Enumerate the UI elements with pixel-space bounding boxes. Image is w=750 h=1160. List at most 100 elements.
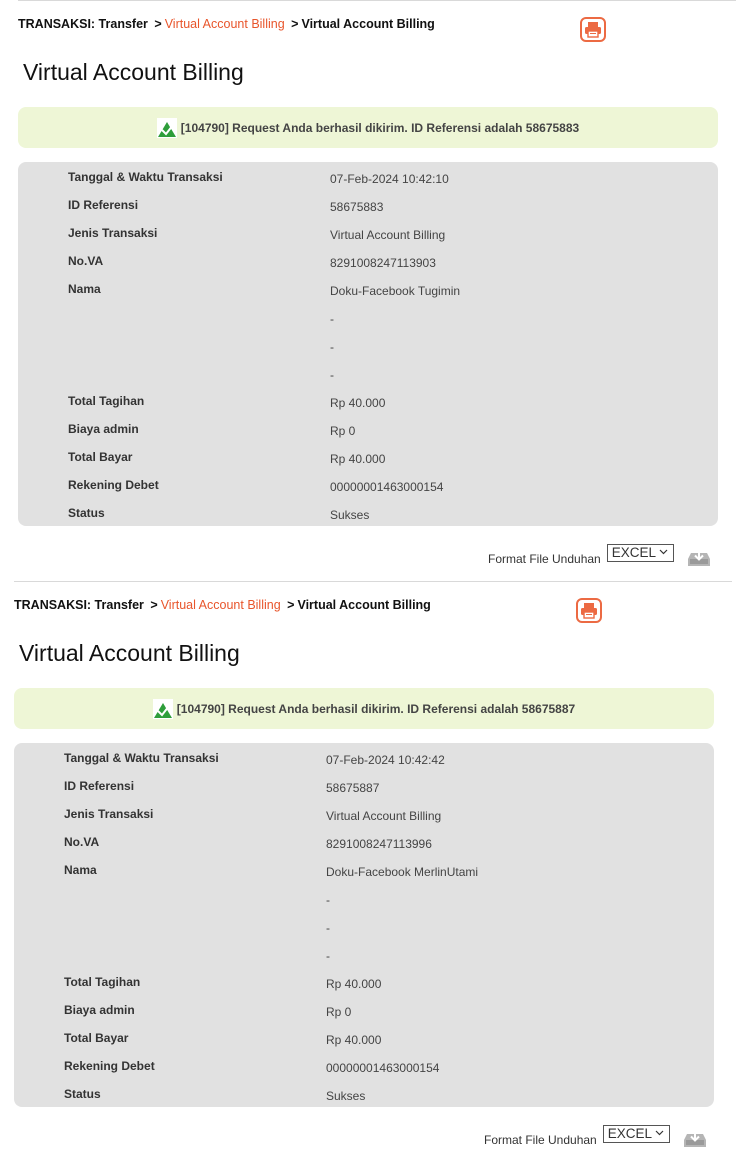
detail-value: - xyxy=(330,340,334,354)
detail-label: Status xyxy=(64,1087,101,1101)
detail-value: Rp 0 xyxy=(330,424,356,438)
detail-label: Biaya admin xyxy=(68,422,139,436)
detail-value: Rp 40.000 xyxy=(326,977,382,991)
breadcrumb-root: TRANSAKSI: Transfer xyxy=(18,17,148,31)
print-button[interactable] xyxy=(580,17,606,42)
page-title: Virtual Account Billing xyxy=(19,640,240,666)
detail-row: Total Tagihan Rp 40.000 xyxy=(18,394,718,422)
breadcrumb-separator: > xyxy=(291,17,299,31)
download-bar: Format File Unduhan EXCEL xyxy=(484,1122,708,1150)
detail-value: 58675887 xyxy=(326,781,380,795)
detail-value: - xyxy=(326,893,330,907)
transaction-details: Tanggal & Waktu Transaksi 07-Feb-2024 10:… xyxy=(14,743,714,1107)
detail-row: Rekening Debet 00000001463000154 xyxy=(14,1059,714,1087)
detail-value: Rp 40.000 xyxy=(330,452,386,466)
chevron-down-icon xyxy=(659,549,668,555)
detail-value: 8291008247113903 xyxy=(330,256,436,270)
detail-row: - xyxy=(14,891,714,919)
download-bar: Format File Unduhan EXCEL xyxy=(488,541,712,569)
detail-row: Total Tagihan Rp 40.000 xyxy=(14,975,714,1003)
top-divider xyxy=(18,0,736,1)
detail-label: Rekening Debet xyxy=(64,1059,155,1073)
detail-row: No.VA 8291008247113996 xyxy=(14,835,714,863)
detail-row: Tanggal & Waktu Transaksi 07-Feb-2024 10:… xyxy=(18,170,718,198)
detail-label: Jenis Transaksi xyxy=(64,807,154,821)
detail-value: Doku-Facebook MerlinUtami xyxy=(326,865,479,879)
detail-label: Jenis Transaksi xyxy=(68,226,158,240)
chevron-down-icon xyxy=(655,1130,664,1136)
detail-row: - xyxy=(18,310,718,338)
detail-label: ID Referensi xyxy=(64,779,135,793)
detail-label: ID Referensi xyxy=(68,198,139,212)
detail-label: Total Bayar xyxy=(68,450,133,464)
format-select[interactable]: EXCEL xyxy=(606,544,674,562)
detail-value: 00000001463000154 xyxy=(330,480,444,494)
detail-value: - xyxy=(326,921,330,935)
breadcrumb-link-virtual-account-billing[interactable]: Virtual Account Billing xyxy=(165,17,285,31)
detail-value: - xyxy=(330,368,334,382)
detail-row: Nama Doku-Facebook MerlinUtami xyxy=(14,863,714,891)
detail-value: Doku-Facebook Tugimin xyxy=(330,284,461,298)
detail-row: Jenis Transaksi Virtual Account Billing xyxy=(14,807,714,835)
receipt-2: TRANSAKSI: Transfer > Virtual Account Bil… xyxy=(14,581,732,1160)
breadcrumb: TRANSAKSI: Transfer > Virtual Account Bil… xyxy=(18,17,435,31)
success-check-icon xyxy=(156,117,177,138)
breadcrumb-link-virtual-account-billing[interactable]: Virtual Account Billing xyxy=(161,598,281,612)
detail-value: 07-Feb-2024 10:42:10 xyxy=(330,172,449,186)
alert-message: [104790] Request Anda berhasil dikirim. … xyxy=(176,701,576,716)
detail-row: Biaya admin Rp 0 xyxy=(18,422,718,450)
detail-label: Status xyxy=(68,506,105,520)
detail-value: 58675883 xyxy=(330,200,384,214)
alert-message: [104790] Request Anda berhasil dikirim. … xyxy=(180,120,580,135)
breadcrumb-separator: > xyxy=(150,598,158,612)
detail-row: No.VA 8291008247113903 xyxy=(18,254,718,282)
download-tray-icon[interactable] xyxy=(686,548,712,568)
printer-icon xyxy=(581,603,597,619)
detail-row: Status Sukses xyxy=(14,1087,714,1115)
detail-label: Total Tagihan xyxy=(64,975,141,989)
success-alert: [104790] Request Anda berhasil dikirim. … xyxy=(18,107,718,148)
detail-row: Total Bayar Rp 40.000 xyxy=(14,1031,714,1059)
detail-row: Tanggal & Waktu Transaksi 07-Feb-2024 10:… xyxy=(14,751,714,779)
detail-label: Nama xyxy=(68,282,101,296)
detail-value: 8291008247113996 xyxy=(326,837,432,851)
detail-value: - xyxy=(330,312,334,326)
detail-row: Status Sukses xyxy=(18,506,718,534)
top-divider xyxy=(14,581,732,582)
detail-row: ID Referensi 58675883 xyxy=(18,198,718,226)
detail-label: Tanggal & Waktu Transaksi xyxy=(68,170,223,184)
detail-label: Biaya admin xyxy=(64,1003,135,1017)
detail-value: - xyxy=(326,949,330,963)
detail-row: Biaya admin Rp 0 xyxy=(14,1003,714,1031)
printer-icon xyxy=(585,22,601,38)
print-button[interactable] xyxy=(576,598,602,623)
download-format-label: Format File Unduhan xyxy=(488,552,601,566)
breadcrumb-separator: > xyxy=(287,598,295,612)
breadcrumb-separator: > xyxy=(154,17,162,31)
breadcrumb-current: Virtual Account Billing xyxy=(301,17,435,31)
detail-row: ID Referensi 58675887 xyxy=(14,779,714,807)
detail-row: Nama Doku-Facebook Tugimin xyxy=(18,282,718,310)
page-title: Virtual Account Billing xyxy=(23,59,244,85)
detail-label: Nama xyxy=(64,863,97,877)
detail-label: Rekening Debet xyxy=(68,478,159,492)
detail-value: Rp 40.000 xyxy=(330,396,386,410)
breadcrumb: TRANSAKSI: Transfer > Virtual Account Bil… xyxy=(14,598,431,612)
format-select[interactable]: EXCEL xyxy=(602,1125,670,1143)
success-check-icon xyxy=(152,698,173,719)
detail-label: Total Bayar xyxy=(64,1031,129,1045)
detail-value: Sukses xyxy=(330,508,370,522)
download-tray-icon[interactable] xyxy=(682,1129,708,1149)
detail-value: Sukses xyxy=(326,1089,366,1103)
detail-value: Rp 0 xyxy=(326,1005,352,1019)
detail-value: Rp 40.000 xyxy=(326,1033,382,1047)
format-select-value: EXCEL xyxy=(607,1126,652,1141)
detail-label: No.VA xyxy=(68,254,104,268)
detail-row: Jenis Transaksi Virtual Account Billing xyxy=(18,226,718,254)
download-format-label: Format File Unduhan xyxy=(484,1133,597,1147)
detail-row: Rekening Debet 00000001463000154 xyxy=(18,478,718,506)
detail-value: Virtual Account Billing xyxy=(330,228,446,242)
detail-row: - xyxy=(18,338,718,366)
detail-row: - xyxy=(18,366,718,394)
receipt-1: TRANSAKSI: Transfer > Virtual Account Bil… xyxy=(18,0,736,580)
